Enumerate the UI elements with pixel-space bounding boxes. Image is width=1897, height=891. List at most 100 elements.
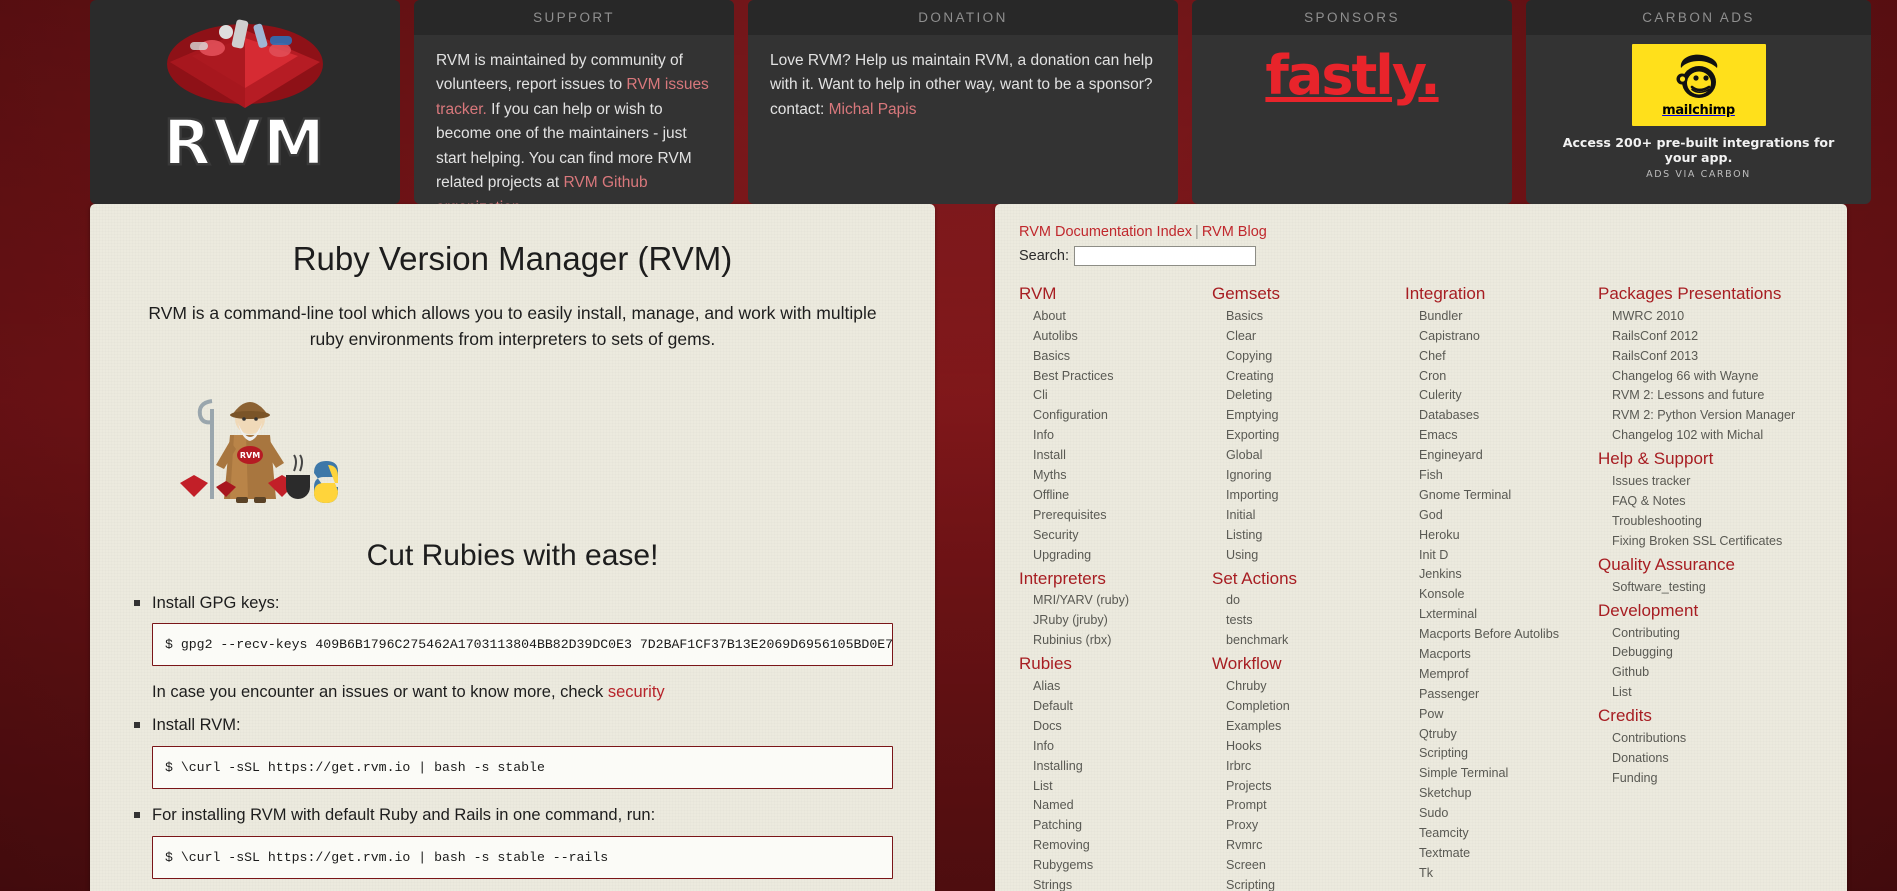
doc-link[interactable]: benchmark: [1212, 630, 1387, 650]
fastly-logo[interactable]: fastly.: [1265, 49, 1440, 103]
doc-link[interactable]: Basics: [1212, 306, 1387, 326]
doc-link[interactable]: Rubinius (rbx): [1019, 630, 1194, 650]
doc-link[interactable]: Chruby: [1212, 676, 1387, 696]
doc-link[interactable]: Best Practices: [1019, 366, 1194, 386]
doc-link[interactable]: Issues tracker: [1598, 471, 1798, 491]
doc-link[interactable]: Autolibs: [1019, 326, 1194, 346]
doc-link[interactable]: Strings: [1019, 875, 1194, 891]
doc-link[interactable]: Deleting: [1212, 386, 1387, 406]
doc-link[interactable]: Tk: [1405, 863, 1580, 883]
doc-link[interactable]: Info: [1019, 736, 1194, 756]
doc-link[interactable]: Using: [1212, 545, 1387, 565]
doc-link[interactable]: Security: [1019, 525, 1194, 545]
doc-link[interactable]: Docs: [1019, 716, 1194, 736]
doc-link[interactable]: Capistrano: [1405, 326, 1580, 346]
doc-link[interactable]: Scripting: [1212, 875, 1387, 891]
doc-link[interactable]: Donations: [1598, 748, 1798, 768]
doc-link[interactable]: Teamcity: [1405, 823, 1580, 843]
doc-link[interactable]: Databases: [1405, 405, 1580, 425]
doc-link[interactable]: Heroku: [1405, 525, 1580, 545]
doc-link[interactable]: About: [1019, 306, 1194, 326]
doc-link[interactable]: Changelog 66 with Wayne: [1598, 366, 1798, 386]
doc-link[interactable]: do: [1212, 591, 1387, 611]
doc-link[interactable]: Rubygems: [1019, 855, 1194, 875]
doc-link[interactable]: Creating: [1212, 366, 1387, 386]
doc-link[interactable]: Installing: [1019, 756, 1194, 776]
doc-link[interactable]: Projects: [1212, 776, 1387, 796]
doc-link[interactable]: RailsConf 2013: [1598, 346, 1798, 366]
doc-link[interactable]: Gnome Terminal: [1405, 485, 1580, 505]
doc-link[interactable]: RailsConf 2012: [1598, 326, 1798, 346]
doc-link[interactable]: List: [1598, 682, 1798, 702]
install-rvm-code-block[interactable]: $ \curl -sSL https://get.rvm.io | bash -…: [152, 745, 893, 789]
doc-link[interactable]: Macports: [1405, 644, 1580, 664]
rvm-blog-link[interactable]: RVM Blog: [1202, 224, 1267, 240]
doc-link[interactable]: Contributing: [1598, 623, 1798, 643]
doc-link[interactable]: Basics: [1019, 346, 1194, 366]
doc-link[interactable]: Removing: [1019, 835, 1194, 855]
doc-link[interactable]: Listing: [1212, 525, 1387, 545]
doc-link[interactable]: Software_testing: [1598, 577, 1798, 597]
doc-link[interactable]: Jenkins: [1405, 565, 1580, 585]
doc-link[interactable]: Patching: [1019, 815, 1194, 835]
doc-link[interactable]: Konsole: [1405, 584, 1580, 604]
michal-papis-link[interactable]: Michal Papis: [829, 101, 917, 118]
doc-link[interactable]: Offline: [1019, 485, 1194, 505]
doc-link[interactable]: Changelog 102 with Michal: [1598, 425, 1798, 445]
security-link[interactable]: security: [608, 683, 665, 701]
doc-link[interactable]: Clear: [1212, 326, 1387, 346]
doc-link[interactable]: Qtruby: [1405, 724, 1580, 744]
doc-link[interactable]: Irbrc: [1212, 756, 1387, 776]
doc-link[interactable]: Cron: [1405, 366, 1580, 386]
doc-link[interactable]: Fish: [1405, 465, 1580, 485]
doc-link[interactable]: Rvmrc: [1212, 835, 1387, 855]
doc-link[interactable]: RVM 2: Python Version Manager: [1598, 405, 1798, 425]
doc-link[interactable]: Prerequisites: [1019, 505, 1194, 525]
doc-link[interactable]: Scripting: [1405, 744, 1580, 764]
doc-link[interactable]: Upgrading: [1019, 545, 1194, 565]
search-input[interactable]: [1073, 246, 1256, 266]
doc-link[interactable]: Configuration: [1019, 405, 1194, 425]
doc-link[interactable]: Default: [1019, 696, 1194, 716]
doc-link[interactable]: Init D: [1405, 545, 1580, 565]
doc-link[interactable]: Sketchup: [1405, 783, 1580, 803]
doc-link[interactable]: Fixing Broken SSL Certificates: [1598, 531, 1798, 551]
doc-link[interactable]: Ignoring: [1212, 465, 1387, 485]
doc-link[interactable]: Troubleshooting: [1598, 511, 1798, 531]
doc-link[interactable]: Screen: [1212, 855, 1387, 875]
doc-link[interactable]: RVM 2: Lessons and future: [1598, 386, 1798, 406]
rvm-documentation-index-link[interactable]: RVM Documentation Index: [1019, 224, 1192, 240]
doc-link[interactable]: Examples: [1212, 716, 1387, 736]
mailchimp-ad-image[interactable]: mailchimp: [1631, 44, 1766, 126]
doc-link[interactable]: Copying: [1212, 346, 1387, 366]
doc-link[interactable]: Pow: [1405, 704, 1580, 724]
doc-link[interactable]: Macports Before Autolibs: [1405, 624, 1580, 644]
doc-link[interactable]: Initial: [1212, 505, 1387, 525]
doc-link[interactable]: Proxy: [1212, 815, 1387, 835]
doc-link[interactable]: Culerity: [1405, 386, 1580, 406]
doc-link[interactable]: Lxterminal: [1405, 604, 1580, 624]
doc-link[interactable]: MRI/YARV (ruby): [1019, 591, 1194, 611]
doc-link[interactable]: Exporting: [1212, 425, 1387, 445]
doc-link[interactable]: MWRC 2010: [1598, 306, 1798, 326]
doc-link[interactable]: Prompt: [1212, 796, 1387, 816]
doc-link[interactable]: Hooks: [1212, 736, 1387, 756]
doc-link[interactable]: FAQ & Notes: [1598, 491, 1798, 511]
doc-link[interactable]: Bundler: [1405, 306, 1580, 326]
doc-link[interactable]: Alias: [1019, 676, 1194, 696]
doc-link[interactable]: Cli: [1019, 386, 1194, 406]
doc-link[interactable]: tests: [1212, 610, 1387, 630]
doc-link[interactable]: List: [1019, 776, 1194, 796]
doc-link[interactable]: Global: [1212, 445, 1387, 465]
doc-link[interactable]: God: [1405, 505, 1580, 525]
doc-link[interactable]: Sudo: [1405, 803, 1580, 823]
doc-link[interactable]: Funding: [1598, 768, 1798, 788]
doc-link[interactable]: Simple Terminal: [1405, 763, 1580, 783]
gpg-keys-code-block[interactable]: $ gpg2 --recv-keys 409B6B1796C275462A170…: [152, 623, 893, 667]
doc-link[interactable]: Engineyard: [1405, 445, 1580, 465]
doc-link[interactable]: Contributions: [1598, 728, 1798, 748]
doc-link[interactable]: Importing: [1212, 485, 1387, 505]
install-rvm-rails-code-block[interactable]: $ \curl -sSL https://get.rvm.io | bash -…: [152, 835, 893, 879]
doc-link[interactable]: Completion: [1212, 696, 1387, 716]
doc-link[interactable]: Info: [1019, 425, 1194, 445]
